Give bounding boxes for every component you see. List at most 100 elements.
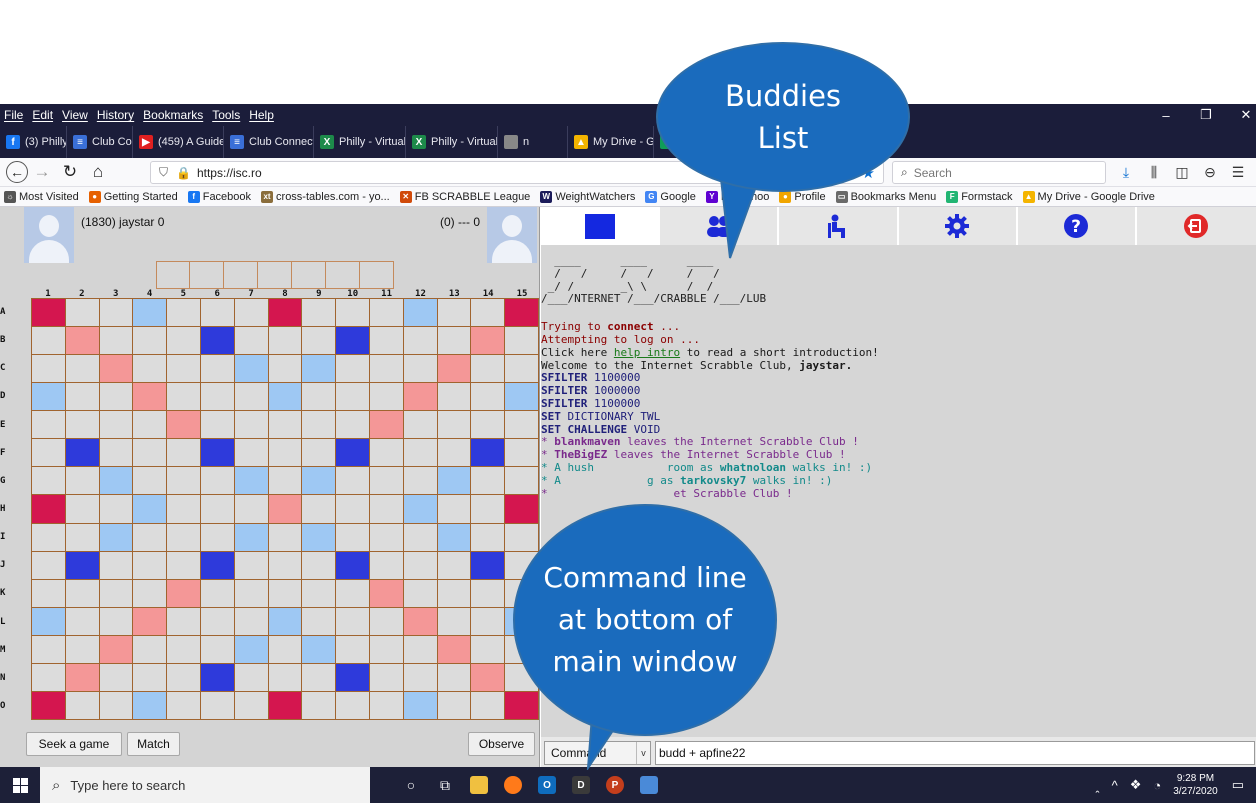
board-square[interactable] [369, 299, 403, 327]
board-square[interactable] [99, 579, 133, 607]
board-square[interactable] [336, 607, 369, 635]
bookmark-item[interactable]: ▭ Bookmarks Menu [835, 190, 936, 203]
board-square[interactable] [403, 579, 437, 607]
board-square[interactable] [133, 327, 167, 355]
double-word-square[interactable] [369, 411, 403, 439]
board-square[interactable] [65, 691, 99, 719]
board-square[interactable] [200, 691, 234, 719]
board-square[interactable] [268, 663, 302, 691]
board-square[interactable] [369, 383, 403, 411]
double-word-square[interactable] [437, 635, 471, 663]
toolbar-home-button[interactable] [541, 207, 661, 245]
board-square[interactable] [200, 355, 234, 383]
menu-help[interactable]: Help [249, 108, 274, 122]
board-square[interactable] [167, 299, 200, 327]
clock[interactable]: 9:28 PM 3/27/2020 [1173, 772, 1218, 798]
board-square[interactable] [268, 523, 302, 551]
board-square[interactable] [99, 551, 133, 579]
board-square[interactable] [99, 383, 133, 411]
bookmark-item[interactable]: ✕ FB SCRABBLE League [399, 190, 530, 203]
board-square[interactable] [234, 663, 268, 691]
board-square[interactable] [65, 607, 99, 635]
double-letter-square[interactable] [302, 635, 336, 663]
board-square[interactable] [65, 467, 99, 495]
board-square[interactable] [32, 411, 65, 439]
board-square[interactable] [234, 607, 268, 635]
bookmark-item[interactable]: ● Profile [779, 190, 826, 203]
triple-word-square[interactable] [505, 299, 538, 327]
board-square[interactable] [167, 663, 200, 691]
board-square[interactable] [403, 635, 437, 663]
rack-slot[interactable] [258, 261, 292, 289]
board-square[interactable] [471, 495, 505, 523]
triple-word-square[interactable] [32, 299, 65, 327]
double-word-square[interactable] [167, 411, 200, 439]
board-square[interactable] [65, 579, 99, 607]
board-square[interactable] [200, 299, 234, 327]
observe-button[interactable]: Observe [468, 732, 535, 756]
match-button[interactable]: Match [127, 732, 180, 756]
double-letter-square[interactable] [234, 355, 268, 383]
board-square[interactable] [167, 383, 200, 411]
board-square[interactable] [167, 439, 200, 467]
double-word-square[interactable] [268, 495, 302, 523]
double-letter-square[interactable] [268, 383, 302, 411]
triple-letter-square[interactable] [200, 663, 234, 691]
forward-arrow-icon[interactable]: → [28, 160, 56, 184]
board-square[interactable] [268, 355, 302, 383]
double-word-square[interactable] [65, 663, 99, 691]
cortana-icon[interactable]: ○ [394, 767, 428, 803]
triple-word-square[interactable] [505, 495, 538, 523]
help-intro-link[interactable]: help intro [614, 346, 680, 359]
board-square[interactable] [505, 327, 538, 355]
powerpoint-icon[interactable]: P [598, 767, 632, 803]
double-letter-square[interactable] [234, 467, 268, 495]
rack-slot[interactable] [224, 261, 258, 289]
double-letter-square[interactable] [99, 523, 133, 551]
board-square[interactable] [336, 635, 369, 663]
double-letter-square[interactable] [32, 607, 65, 635]
board-square[interactable] [200, 635, 234, 663]
hamburger-menu-icon[interactable]: ☰ [1224, 164, 1252, 181]
double-letter-square[interactable] [234, 523, 268, 551]
board-square[interactable] [200, 607, 234, 635]
rack-slot[interactable] [326, 261, 360, 289]
board-square[interactable] [369, 551, 403, 579]
board-square[interactable] [200, 411, 234, 439]
triple-letter-square[interactable] [336, 327, 369, 355]
board-square[interactable] [403, 439, 437, 467]
double-word-square[interactable] [437, 355, 471, 383]
sidebar-icon[interactable]: ◫ [1168, 164, 1196, 181]
browser-tab[interactable]: n [498, 126, 568, 158]
download-icon[interactable]: ⤓ [1112, 164, 1140, 181]
board-square[interactable] [65, 355, 99, 383]
rack-slot[interactable] [190, 261, 224, 289]
board-square[interactable] [32, 439, 65, 467]
board-square[interactable] [471, 299, 505, 327]
board-square[interactable] [336, 467, 369, 495]
board-square[interactable] [505, 411, 538, 439]
triple-letter-square[interactable] [336, 663, 369, 691]
board-square[interactable] [437, 663, 471, 691]
bookmark-item[interactable]: ▲ My Drive - Google Drive [1022, 190, 1155, 203]
board-square[interactable] [471, 691, 505, 719]
board-square[interactable] [133, 579, 167, 607]
board-square[interactable] [133, 551, 167, 579]
board-square[interactable] [369, 691, 403, 719]
board-square[interactable] [302, 327, 336, 355]
board-square[interactable] [369, 523, 403, 551]
board-square[interactable] [505, 355, 538, 383]
board-square[interactable] [65, 635, 99, 663]
board-square[interactable] [65, 523, 99, 551]
board-square[interactable] [167, 467, 200, 495]
bookmark-item[interactable]: ☼ Most Visited [4, 190, 79, 203]
board-square[interactable] [437, 551, 471, 579]
board-square[interactable] [32, 523, 65, 551]
double-word-square[interactable] [167, 579, 200, 607]
board-square[interactable] [505, 467, 538, 495]
triple-word-square[interactable] [505, 691, 538, 719]
command-input[interactable]: budd + apfine22 [655, 741, 1255, 765]
dropbox-icon[interactable]: ❖ [1130, 777, 1142, 793]
board-square[interactable] [99, 691, 133, 719]
seek-seat-button[interactable] [779, 207, 899, 245]
